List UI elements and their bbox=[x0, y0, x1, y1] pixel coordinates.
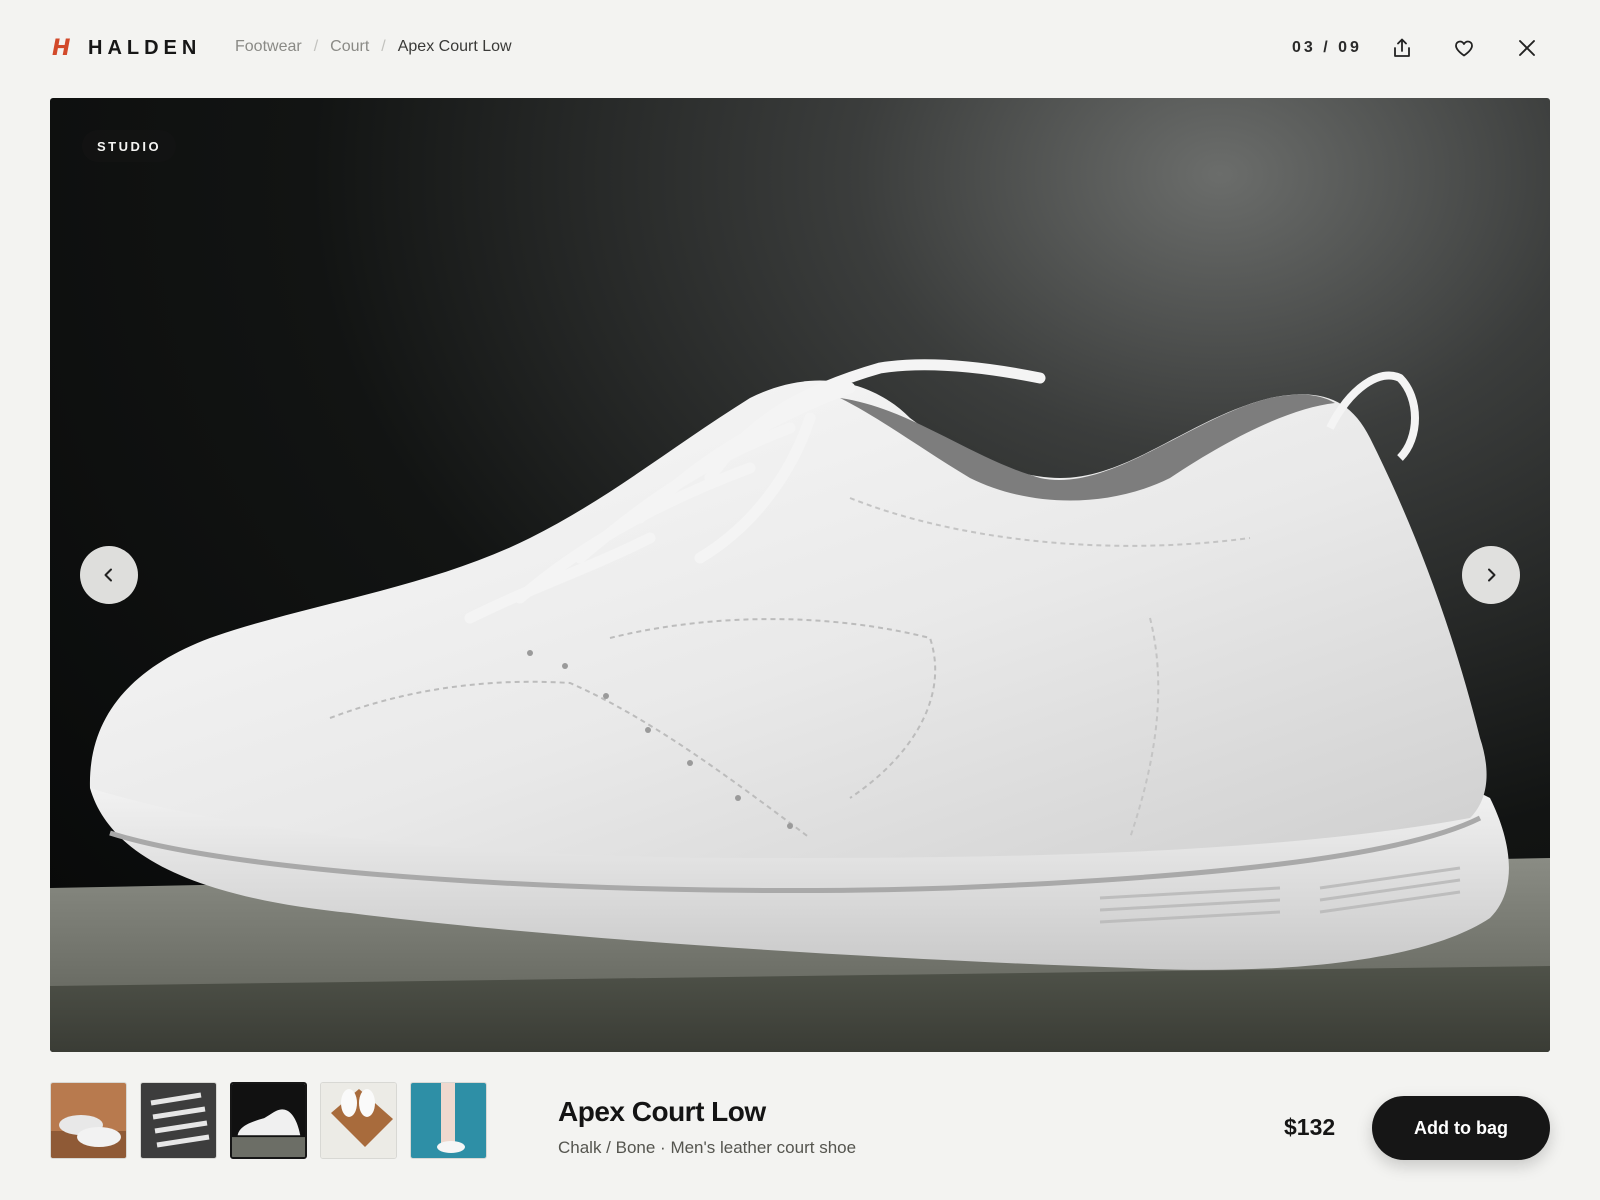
product-subtitle: Chalk / Bone · Men's leather court shoe bbox=[558, 1138, 857, 1157]
next-image-button[interactable] bbox=[1462, 546, 1520, 604]
chevron-left-icon bbox=[104, 568, 112, 582]
heart-icon bbox=[1455, 40, 1473, 57]
share-button[interactable] bbox=[1387, 33, 1417, 63]
product-photo bbox=[50, 359, 1550, 1052]
thumbnail-1[interactable] bbox=[50, 1082, 127, 1159]
breadcrumb-current: Apex Court Low bbox=[397, 38, 512, 55]
breadcrumb: Footwear / Court / Apex Court Low bbox=[235, 38, 512, 56]
product-title: Apex Court Low bbox=[558, 1096, 766, 1127]
studio-badge: STUDIO bbox=[82, 130, 177, 162]
previous-image-button[interactable] bbox=[80, 546, 138, 604]
thumbnail-5[interactable] bbox=[410, 1082, 487, 1159]
thumbnail-4[interactable] bbox=[320, 1082, 397, 1159]
image-counter: 03 / 09 bbox=[1292, 39, 1362, 56]
product-price: $132 bbox=[1284, 1114, 1336, 1140]
close-button[interactable] bbox=[1512, 33, 1542, 63]
breadcrumb-separator: / bbox=[313, 38, 319, 55]
favorite-button[interactable] bbox=[1449, 33, 1479, 63]
breadcrumb-separator: / bbox=[381, 38, 386, 55]
add-to-bag-button[interactable]: Add to bag bbox=[1372, 1096, 1550, 1160]
chevron-right-icon bbox=[1488, 568, 1496, 582]
breadcrumb-court[interactable]: Court bbox=[330, 38, 369, 56]
close-icon bbox=[1519, 40, 1535, 56]
share-icon bbox=[1394, 38, 1410, 57]
thumbnail-2[interactable] bbox=[140, 1082, 217, 1159]
product-image-viewer[interactable]: STUDIO bbox=[50, 98, 1550, 1052]
thumbnail-strip bbox=[50, 1082, 487, 1159]
brand-mark-icon: H bbox=[52, 35, 71, 61]
top-bar: H HALDEN Footwear / Court / Apex Court L… bbox=[0, 0, 1600, 96]
breadcrumb-footwear[interactable]: Footwear bbox=[235, 38, 302, 56]
brand-logo[interactable]: H HALDEN bbox=[52, 34, 201, 62]
thumbnail-3-active[interactable] bbox=[230, 1082, 307, 1159]
brand-name: HALDEN bbox=[88, 36, 202, 59]
